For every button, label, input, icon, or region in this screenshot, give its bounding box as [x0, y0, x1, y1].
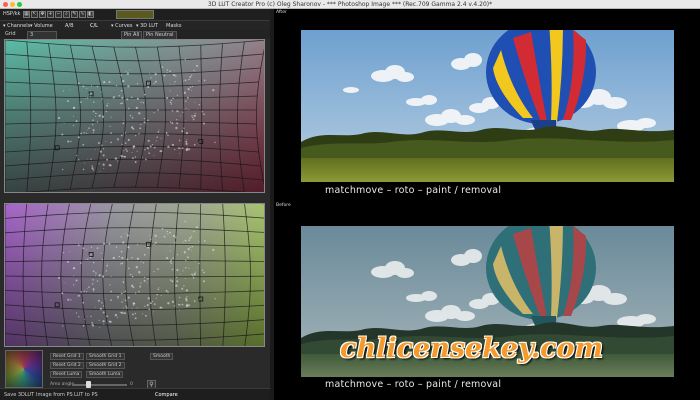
reset-grid-1-button[interactable]: Reset Grid 1 — [50, 353, 84, 360]
tab-volume[interactable]: ▾ Volume — [30, 22, 53, 30]
image-from-ps-button[interactable]: Image from PS — [36, 391, 73, 399]
smooth-grid-1-button[interactable]: Smooth Grid 1 — [86, 353, 125, 360]
after-caption: matchmove – roto – paint / removal — [325, 185, 502, 196]
reset-grid-2-button[interactable]: Reset Grid 2 — [50, 362, 84, 369]
after-image[interactable] — [301, 30, 674, 182]
grid-control-node[interactable] — [54, 302, 60, 308]
grid-lines-bottom[interactable] — [5, 204, 265, 347]
footer-bar: Save 3DLUT Image from PS LUT to PS Compa… — [0, 388, 270, 400]
grid-actions: Reset Grid 1 Smooth Grid 1 Smooth Reset … — [0, 347, 270, 389]
tab-label: C/L — [90, 23, 98, 29]
zoom-icon[interactable]: ⌕ — [63, 11, 70, 18]
tab-label: Channels — [7, 23, 31, 29]
grid-icon[interactable]: ▦ — [23, 11, 30, 18]
title-bar: 3D LUT Creator Pro (c) Oleg Sharonov - *… — [0, 0, 700, 9]
curve-icon[interactable]: ∿ — [79, 11, 86, 18]
eyedropper-icon[interactable]: ✎ — [71, 11, 78, 18]
smooth-luma-button[interactable]: Smooth Luma — [86, 371, 124, 378]
tab-ab[interactable]: A/B — [65, 22, 74, 30]
grid-controls: Grid 3 Pin All Pin Neutral — [0, 30, 270, 40]
save-3dlut-button[interactable]: Save 3DLUT — [4, 391, 34, 399]
grid-lines-top[interactable] — [5, 40, 265, 193]
tab-channels[interactable]: ▾ Channels — [3, 22, 30, 30]
smooth-button[interactable]: Smooth — [150, 353, 174, 360]
color-grid-top[interactable] — [4, 39, 265, 193]
lut-icon[interactable]: ◧ — [87, 11, 94, 18]
tab-cl[interactable]: C/L — [90, 22, 98, 30]
slider-value: 0 — [130, 382, 133, 387]
color-wheel-icon[interactable] — [5, 350, 43, 388]
tab-bar: ▾ Channels ▾ Volume A/B C/L ▾ Curves ▾ 3… — [0, 20, 270, 30]
before-caption: matchmove – roto – paint / removal — [325, 379, 502, 390]
tab-3dlut[interactable]: ▾ 3D LUT — [136, 22, 158, 30]
main-toolbar: HSP/kk ▦ ↖ ✥ + − ⌕ ✎ ∿ ◧ — [0, 9, 270, 20]
lut-to-ps-button[interactable]: LUT to PS — [74, 391, 98, 399]
plus-icon[interactable]: + — [47, 11, 54, 18]
tab-label: 3D LUT — [140, 23, 158, 29]
control-panel: HSP/kk ▦ ↖ ✥ + − ⌕ ✎ ∿ ◧ ▾ Channels ▾ Vo… — [0, 9, 270, 400]
mode-selector[interactable]: HSP/kk — [3, 11, 20, 17]
color-grid-bottom[interactable] — [4, 203, 265, 347]
indicator-strip — [116, 10, 154, 19]
watermark-logo: chlicensekey.com — [340, 333, 604, 364]
compare-button[interactable]: Compare — [155, 391, 178, 399]
angle-slider-track[interactable] — [72, 384, 127, 386]
minus-icon[interactable]: − — [55, 11, 62, 18]
window-title: 3D LUT Creator Pro (c) Oleg Sharonov - *… — [207, 1, 493, 8]
tab-label: Curves — [115, 23, 133, 29]
move-icon[interactable]: ✥ — [39, 11, 46, 18]
tab-masks[interactable]: Masks — [166, 22, 181, 30]
before-label: Before — [276, 203, 291, 208]
slider-label: Amo angle — [50, 382, 75, 387]
after-photo — [301, 30, 674, 182]
reset-luma-button[interactable]: Reset Luma — [50, 371, 83, 378]
grid-label: Grid — [5, 31, 16, 37]
after-label: After — [276, 10, 287, 15]
cursor-icon[interactable]: ↖ — [31, 11, 38, 18]
smooth-grid-2-button[interactable]: Smooth Grid 2 — [86, 362, 125, 369]
tab-label: Masks — [166, 23, 182, 29]
tab-curves[interactable]: ▾ Curves — [111, 22, 132, 30]
angle-slider-handle[interactable] — [86, 381, 91, 388]
app-window: 3D LUT Creator Pro (c) Oleg Sharonov - *… — [0, 0, 700, 400]
tab-label: Volume — [34, 23, 53, 29]
tab-label: A/B — [65, 23, 74, 29]
